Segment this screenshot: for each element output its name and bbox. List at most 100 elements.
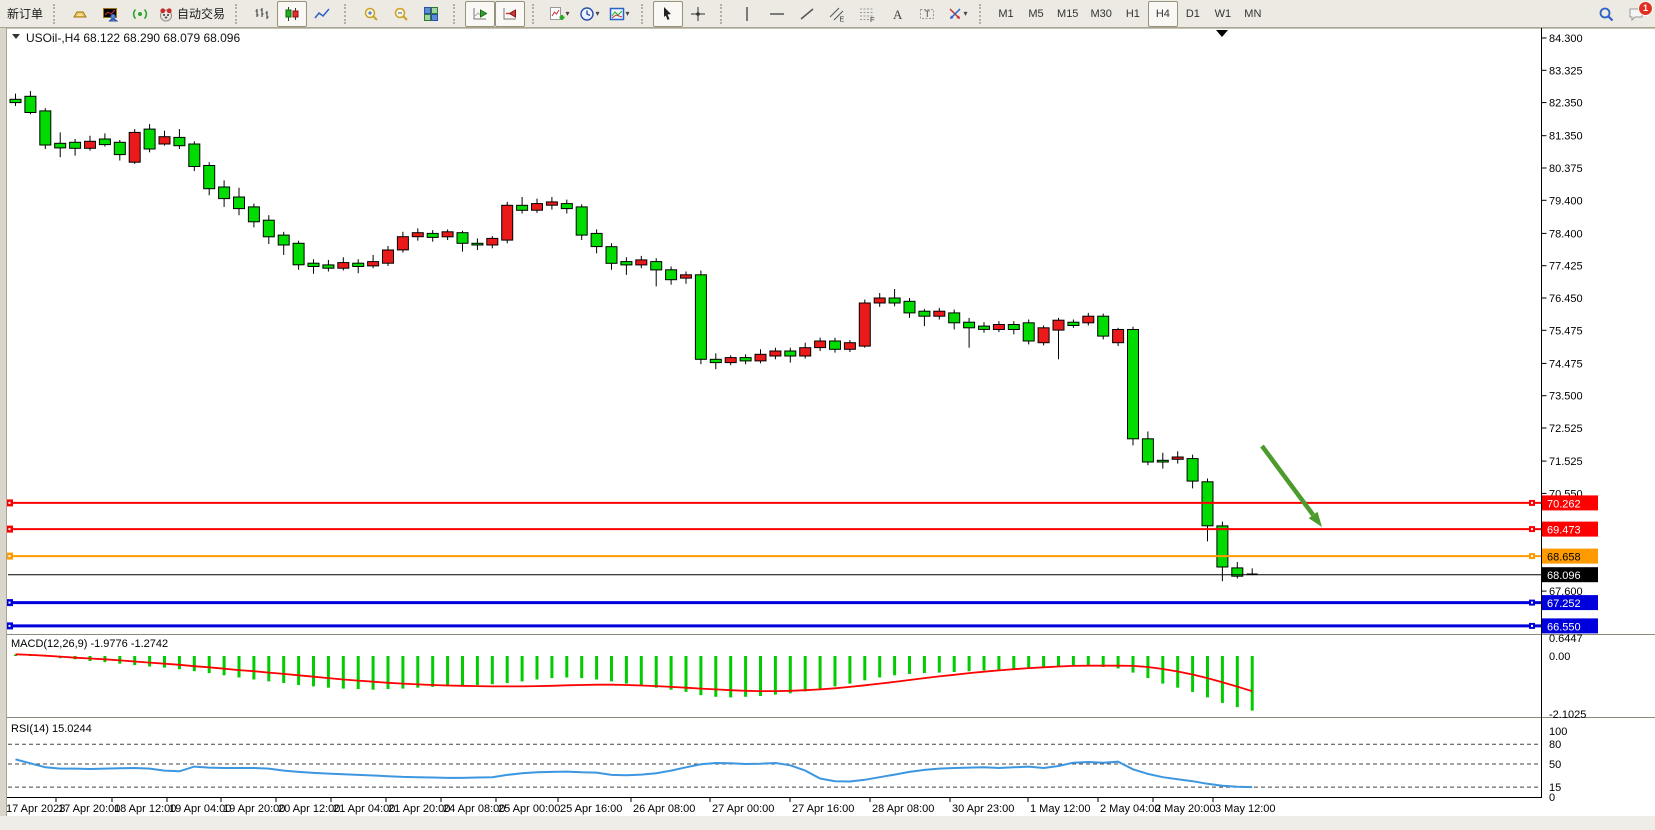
bars-glyph [254, 6, 270, 22]
crosshair-glyph [690, 6, 706, 22]
candle-body [472, 243, 483, 245]
trend-glyph [799, 6, 815, 22]
candle-body [323, 265, 334, 268]
dropdown-caret-icon[interactable]: ▾ [964, 9, 968, 18]
candle-body [263, 220, 274, 237]
zoom-out-button[interactable] [386, 1, 416, 27]
macd-histogram-bar [238, 656, 241, 678]
macd-histogram-bar [163, 656, 166, 668]
tf-M5-button[interactable]: M5 [1021, 1, 1051, 27]
macd-histogram-bar [416, 656, 419, 688]
candle-body [591, 233, 602, 246]
tf-H4-button[interactable]: H4 [1148, 1, 1178, 27]
macd-histogram-bar [252, 656, 255, 680]
tf-M30-button[interactable]: M30 [1084, 1, 1117, 27]
price-tick-label: 81.350 [1549, 131, 1583, 143]
candle-body [993, 325, 1004, 330]
chart-bars-button[interactable] [247, 1, 277, 27]
chart-line-button[interactable] [307, 1, 337, 27]
hline-right-handle-dot [1531, 625, 1533, 627]
template-button[interactable]: ▾ [604, 1, 634, 27]
toolbar-separator [235, 4, 243, 24]
time-tick-label: 24 Apr 08:00 [443, 803, 505, 815]
tf-H1-button[interactable]: H1 [1118, 1, 1148, 27]
svg-text:T: T [925, 9, 931, 19]
ingot-icon[interactable] [65, 1, 95, 27]
time-tick-label: 21 Apr 04:00 [333, 803, 395, 815]
trendline-tool-button[interactable] [792, 1, 822, 27]
macd-histogram-bar [550, 656, 553, 678]
macd-histogram-bar [506, 656, 509, 683]
textlabel-glyph: T [919, 6, 935, 22]
tf-label: D1 [1183, 8, 1203, 20]
toolbar: 新订单 自动交易 ▾ ▾ ▾ EFA T ▾ M1M5M15M30 H1 H4 D1 W1MN 1 [0, 0, 1655, 28]
chart-title: USOil-,H4 68.122 68.290 68.079 68.096 [26, 31, 240, 45]
tf-label: H1 [1123, 8, 1143, 20]
auto-trading-button-label: 自动交易 [177, 5, 225, 22]
tf-D1-button[interactable]: D1 [1178, 1, 1208, 27]
arrows-tool-button[interactable]: ▾ [942, 1, 972, 27]
candles-glyph [284, 6, 300, 22]
price-tick-label: 80.375 [1549, 163, 1583, 175]
candle-body [681, 275, 692, 278]
dropdown-caret-icon[interactable]: ▾ [596, 9, 600, 18]
candle-body [561, 204, 572, 209]
chat-button[interactable]: 1 [1621, 1, 1651, 27]
macd-histogram-bar [372, 656, 375, 690]
autotrade-glyph [158, 6, 174, 22]
candle-body [1053, 320, 1064, 330]
dropdown-caret-icon[interactable]: ▾ [566, 9, 570, 18]
text-tool-button[interactable]: A [882, 1, 912, 27]
toolbar-separator [979, 4, 987, 24]
candle-body [99, 139, 110, 145]
zoomin-glyph [363, 6, 379, 22]
tf-M1-button[interactable]: M1 [991, 1, 1021, 27]
vertical-line-tool-button[interactable] [732, 1, 762, 27]
new-order-button[interactable]: 新订单 [4, 1, 46, 27]
macd-histogram-bar [759, 656, 762, 696]
auto-scroll-button[interactable] [465, 1, 495, 27]
zoom-in-button[interactable] [356, 1, 386, 27]
crosshair-tool-button[interactable] [683, 1, 713, 27]
expert-advisor-icon[interactable] [95, 1, 125, 27]
candle-body [859, 303, 870, 346]
horizontal-line-tool-button[interactable] [762, 1, 792, 27]
cursor-tool-button[interactable] [653, 1, 683, 27]
price-tick-label: 73.500 [1549, 391, 1583, 403]
tf-M15-button[interactable]: M15 [1051, 1, 1084, 27]
candle-body [383, 250, 394, 263]
tf-W1-button[interactable]: W1 [1208, 1, 1238, 27]
candle-body [949, 313, 960, 323]
candle-body [159, 137, 170, 144]
signal-icon[interactable] [125, 1, 155, 27]
new-chart-button[interactable]: ▾ [544, 1, 574, 27]
label-tool-button[interactable]: T [912, 1, 942, 27]
search-button[interactable] [1591, 1, 1621, 27]
macd-histogram-bar [893, 656, 896, 675]
chart-shift-button[interactable] [495, 1, 525, 27]
tile-windows-button[interactable] [416, 1, 446, 27]
tf-label: M30 [1087, 8, 1114, 20]
macd-histogram-bar [342, 656, 345, 689]
svg-text:A: A [893, 7, 903, 22]
auto-trading-button[interactable]: 自动交易 [155, 1, 228, 27]
fibonacci-tool-button[interactable]: F [852, 1, 882, 27]
zoomout-glyph [393, 6, 409, 22]
macd-histogram-bar [878, 656, 881, 678]
hline-right-handle-dot [1531, 602, 1533, 604]
chart-candles-button[interactable] [277, 1, 307, 27]
price-tick-label: 83.325 [1549, 65, 1583, 77]
candle-body [695, 275, 706, 360]
candle-body [830, 341, 841, 349]
macd-histogram-bar [357, 656, 360, 689]
candle-body [293, 243, 304, 264]
period-clock-button[interactable]: ▾ [574, 1, 604, 27]
time-tick-label: 30 Apr 23:00 [952, 803, 1014, 815]
candle-body [755, 354, 766, 361]
channel-tool-button[interactable]: E [822, 1, 852, 27]
dropdown-caret-icon[interactable]: ▾ [626, 9, 630, 18]
candle-body [1083, 316, 1094, 323]
candle-body [10, 99, 21, 102]
tf-MN-button[interactable]: MN [1238, 1, 1268, 27]
window-left-border [0, 28, 7, 830]
